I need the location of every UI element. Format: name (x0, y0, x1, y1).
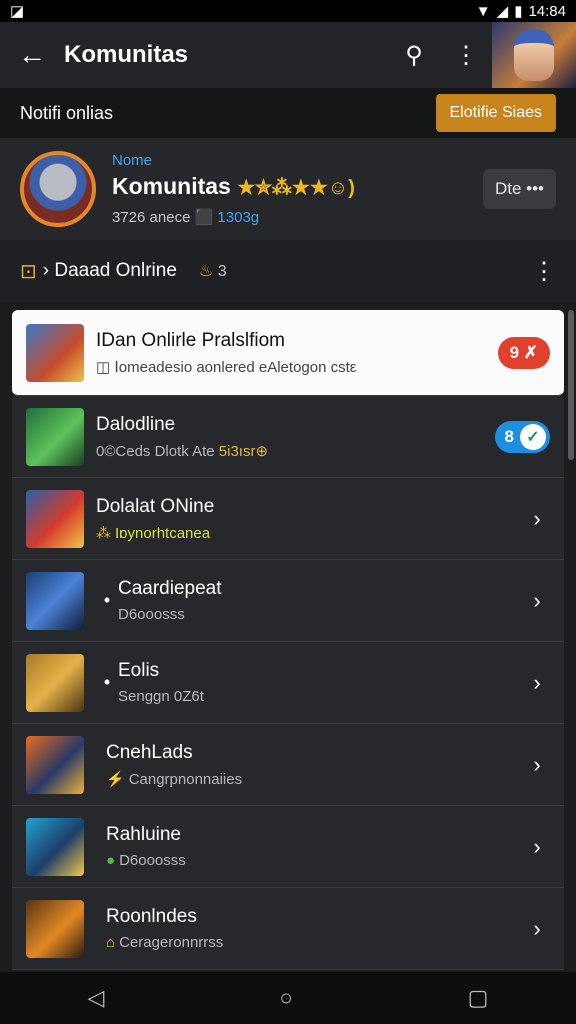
list-item-title: Dalodline (96, 413, 176, 435)
list-item-thumbnail (26, 571, 84, 630)
community-title-text: Komunitas (112, 173, 231, 199)
bolt-icon: ⚡ (106, 770, 125, 788)
list-item-subtitle: D6ooosss (118, 606, 185, 623)
battery-icon: ▮ (514, 3, 523, 20)
list-item[interactable]: Roonlndes ⌂ Cerageronnrrss › (12, 888, 564, 970)
community-meta: 3726 anece ⬛ 1303g (112, 208, 483, 226)
back-nav-icon[interactable]: ◁ (87, 985, 104, 1011)
count-icon: ♨ (198, 263, 214, 280)
list-item-subtitle-text: Iɒynorhtcanea (115, 524, 211, 542)
list-item-subtitle: ⁂ Iɒynorhtcanea (96, 524, 524, 542)
list-item-thumbnail (26, 323, 84, 382)
page-title: Komunitas (64, 41, 189, 68)
list-item[interactable]: Dolalat ONine ⁂ Iɒynorhtcanea › (12, 478, 564, 560)
community-avatar[interactable] (20, 151, 96, 227)
bullet-icon: • (103, 672, 111, 692)
community-tag: ⬛ 1303g (194, 209, 260, 226)
home-icon: ⌂ (106, 934, 116, 951)
toggle-count: 8 (504, 426, 514, 446)
member-count: 3726 anece (112, 209, 191, 226)
clock: 14:84 (528, 2, 566, 20)
chevron-right-icon[interactable]: › (524, 752, 550, 778)
status-bar: ◪ ▼ ◢ ▮ 14:84 (0, 0, 576, 22)
filter-count: ♨ 3 (199, 261, 227, 281)
list-item-title: CnehLads (106, 741, 193, 763)
notification-settings-button[interactable]: Elotifie Siaes (435, 94, 556, 132)
chevron-right-icon[interactable]: › (524, 506, 550, 532)
notification-label: Notifi onlias (20, 102, 114, 123)
list-item-title: Dolalat ONine (96, 495, 215, 517)
notification-icon: ◪ (10, 3, 25, 20)
list-item[interactable]: • Caardiepeat D6ooosss › (12, 560, 564, 642)
avatar-face (514, 29, 554, 81)
sparkle-icon: ⁂ (96, 524, 111, 542)
list-item-subtitle: ● D6ooosss (106, 852, 524, 869)
list-item-thumbnail (26, 407, 84, 466)
list-item-title: IDan Onlirle Pralslfiom (96, 329, 285, 351)
folder-icon: ⊡ (20, 260, 37, 283)
chevron-right-icon[interactable]: › (524, 670, 550, 696)
chevron-right-icon[interactable]: › (524, 588, 550, 614)
list-item-subtitle-text: Ⅰomeadesio aonlered eAletogon cstε (114, 358, 357, 376)
list-item-thumbnail (26, 817, 84, 876)
green-dot-icon: ● (106, 852, 116, 869)
back-arrow-icon[interactable]: ← (0, 22, 64, 88)
list-item[interactable]: CnehLads ⚡ Cangrpnonnaiies › (12, 724, 564, 806)
search-icon[interactable]: ⚲ (388, 22, 440, 88)
list-item[interactable]: Dalodline 0©Ceds Dlotk Ate 5i3ısr⊕ 8 ✓ (12, 396, 564, 478)
enabled-toggle[interactable]: 8 ✓ (494, 420, 550, 453)
list-item-subtitle-text: 0©Ceds Dlotk Ate (96, 442, 215, 460)
list-item-thumbnail (26, 489, 84, 548)
community-header: Nome Komunitas ★✮⁂★★☺) 3726 anece ⬛ 1303… (0, 138, 576, 240)
list-item-title: Eolis (118, 660, 160, 681)
scrollbar[interactable] (568, 310, 574, 460)
list-item-subtitle: ◫ Ⅰomeadesio aonlered eAletogon cstε (96, 358, 498, 376)
list-item-subtitle: 0©Ceds Dlotk Ate 5i3ısr⊕ (96, 442, 495, 460)
list-item-subtitle-text: D6ooosss (119, 852, 186, 869)
list-item[interactable]: IDan Onlirle Pralslfiom ◫ Ⅰomeadesio aon… (12, 310, 564, 396)
wifi-icon: ▼ (475, 2, 491, 20)
filter-row[interactable]: ⊡ › Daaad Onlrine ♨ 3 ⋮ (0, 240, 576, 302)
community-name-label: Nome (112, 152, 153, 169)
notification-bar: Notifi onlias Elotifie Siaes (0, 88, 576, 138)
chevron-right-icon[interactable]: › (524, 916, 550, 942)
avatar[interactable] (492, 22, 576, 88)
list-item[interactable]: • Eolis Senggn 0Z6t › (12, 642, 564, 724)
list-item-subtitle-text: Cerageronnrrss (119, 934, 224, 951)
list-item-subtitle: ⌂ Cerageronnrrss (106, 934, 524, 951)
more-button[interactable]: Dte ••• (482, 169, 556, 209)
list-item-subtitle: Senggn 0Z6t (118, 688, 204, 705)
list-item-thumbnail (26, 653, 84, 712)
signal-icon: ◢ (496, 3, 509, 20)
rating-stars: ★✮⁂★★☺) (237, 177, 355, 199)
community-info: Nome Komunitas ★✮⁂★★☺) 3726 anece ⬛ 1303… (112, 152, 483, 226)
system-nav-bar: ◁ ○ ▢ (0, 972, 576, 1024)
list-item-title: Caardiepeat (118, 578, 222, 599)
package-icon: ◫ (96, 358, 111, 376)
bullet-icon: • (103, 590, 111, 610)
check-icon: ✓ (520, 423, 546, 450)
list-item-thumbnail (26, 735, 84, 794)
app-bar: ← Komunitas ⚲ ⋮ (0, 22, 576, 88)
list-item-thumbnail (26, 899, 84, 958)
count-value: 3 (217, 263, 227, 280)
list-item[interactable]: Rahluine ● D6ooosss › (12, 806, 564, 888)
list-item-subtitle-text: Cangrpnonnaiies (128, 770, 243, 788)
more-vert-icon[interactable]: ⋮ (440, 22, 492, 88)
list-item-subtitle: ⚡ Cangrpnonnaiies (106, 770, 524, 788)
status-badge[interactable]: 9 ✗ (497, 336, 550, 369)
list-item-title: Rahluine (106, 824, 181, 845)
chevron-right-icon[interactable]: › (524, 834, 550, 860)
list-item-subtitle-extra: 5i3ısr⊕ (218, 442, 269, 460)
recents-nav-icon[interactable]: ▢ (468, 985, 489, 1011)
filter-label: › Daaad Onlrine (42, 260, 177, 281)
filter-menu-icon[interactable]: ⋮ (532, 257, 556, 286)
community-title: Komunitas ★✮⁂★★☺) (112, 173, 483, 200)
list-item-title: Roonlndes (106, 906, 197, 927)
community-list: IDan Onlirle Pralslfiom ◫ Ⅰomeadesio aon… (12, 310, 564, 970)
home-nav-icon[interactable]: ○ (279, 985, 292, 1011)
